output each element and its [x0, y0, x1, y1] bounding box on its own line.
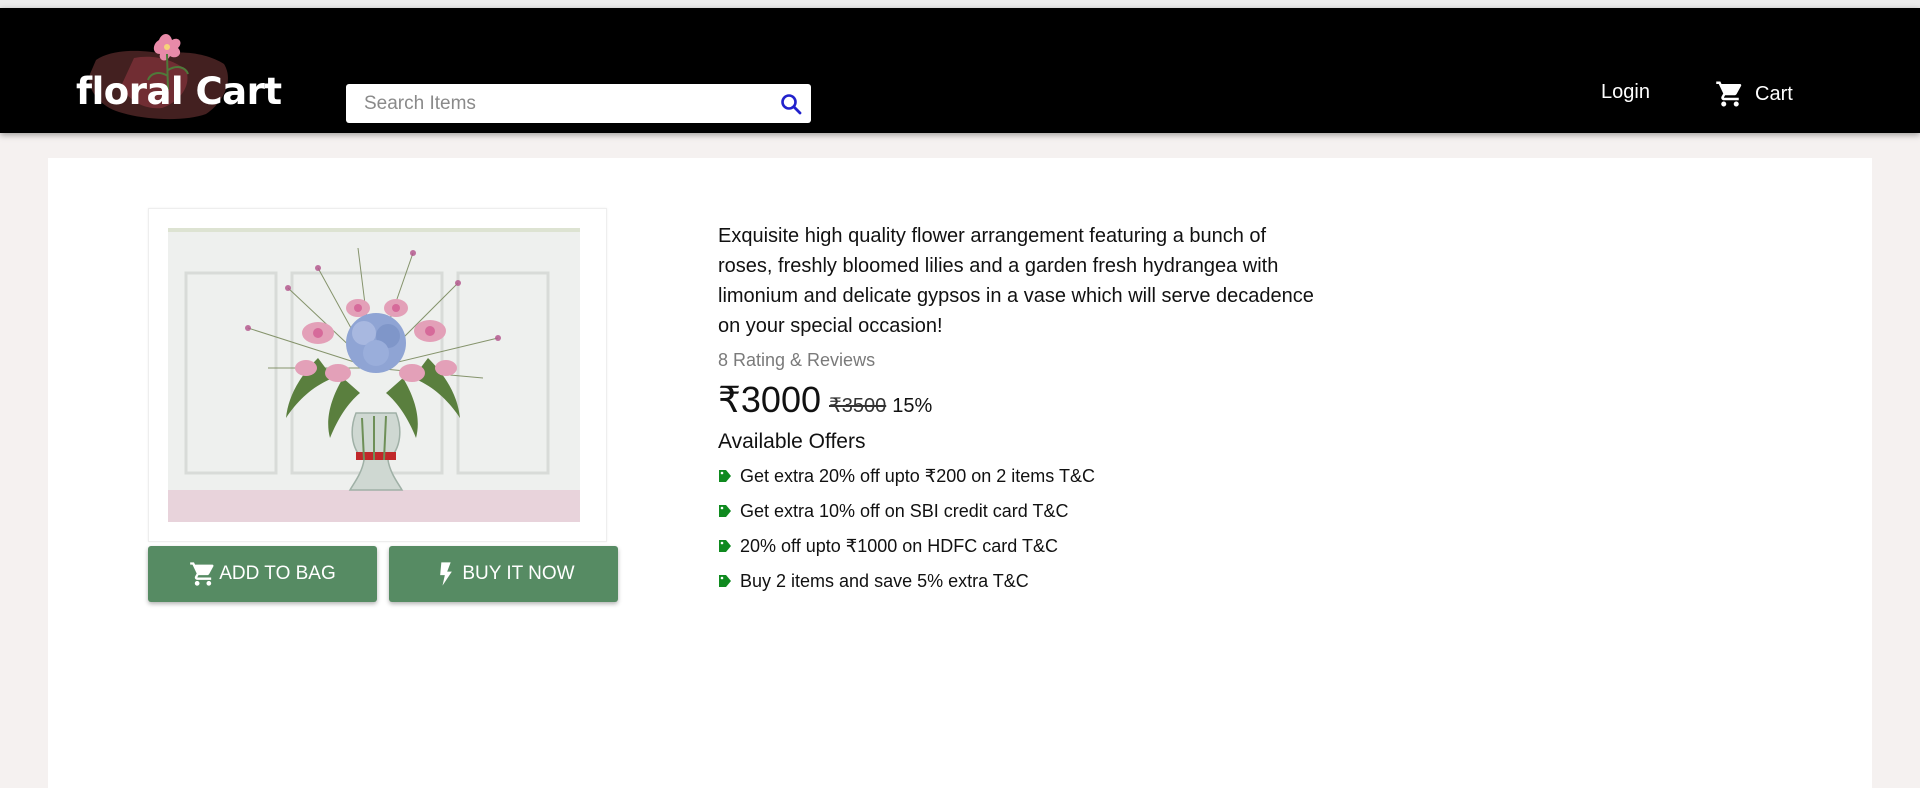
discount-percent: 15% — [892, 395, 933, 417]
flash-icon — [440, 562, 453, 586]
offer-item: Get extra 20% off upto ₹200 on 2 items T… — [718, 466, 1095, 487]
tag-icon — [719, 539, 731, 552]
buy-now-label: BUY IT NOW — [462, 563, 575, 584]
cart-button[interactable]: Cart — [1715, 78, 1793, 110]
offer-text: 20% off upto ₹1000 on HDFC card T&C — [740, 536, 1058, 556]
current-price: ₹3000 — [718, 379, 821, 420]
tag-icon — [719, 574, 731, 587]
rating-reviews: 8 Rating & Reviews — [718, 350, 876, 370]
login-link[interactable]: Login — [1601, 81, 1650, 104]
logo-text: floral Cart — [76, 70, 282, 113]
offer-text: Get extra 10% off on SBI credit card T&C — [740, 501, 1069, 521]
add-to-bag-button[interactable]: ADD TO BAG — [148, 546, 377, 602]
search-input[interactable] — [364, 84, 764, 123]
top-strip — [0, 0, 1920, 8]
price-block: ₹3000 ₹3500 15% — [718, 379, 932, 421]
site-header: floral Cart Login Cart — [0, 8, 1920, 133]
tag-icon — [719, 504, 731, 517]
tag-icon — [719, 469, 731, 482]
product-description: Exquisite high quality flower arrangemen… — [718, 225, 1314, 337]
search-icon[interactable] — [779, 92, 803, 116]
product-image — [168, 228, 580, 522]
search-bar — [346, 84, 811, 123]
offer-text: Buy 2 items and save 5% extra T&C — [740, 571, 1029, 591]
cart-icon — [190, 562, 214, 586]
offer-item: 20% off upto ₹1000 on HDFC card T&C — [718, 536, 1058, 557]
logo[interactable]: floral Cart — [74, 30, 304, 126]
offer-item: Buy 2 items and save 5% extra T&C — [718, 571, 1029, 592]
product-image-frame — [148, 208, 607, 542]
cart-icon — [1716, 81, 1742, 107]
original-price: ₹3500 — [829, 395, 887, 417]
offer-text: Get extra 20% off upto ₹200 on 2 items T… — [740, 466, 1095, 486]
cart-label: Cart — [1755, 82, 1793, 105]
offer-item: Get extra 10% off on SBI credit card T&C — [718, 501, 1069, 522]
add-to-bag-label: ADD TO BAG — [219, 563, 336, 584]
offers-title: Available Offers — [718, 430, 866, 453]
buy-now-button[interactable]: BUY IT NOW — [389, 546, 618, 602]
